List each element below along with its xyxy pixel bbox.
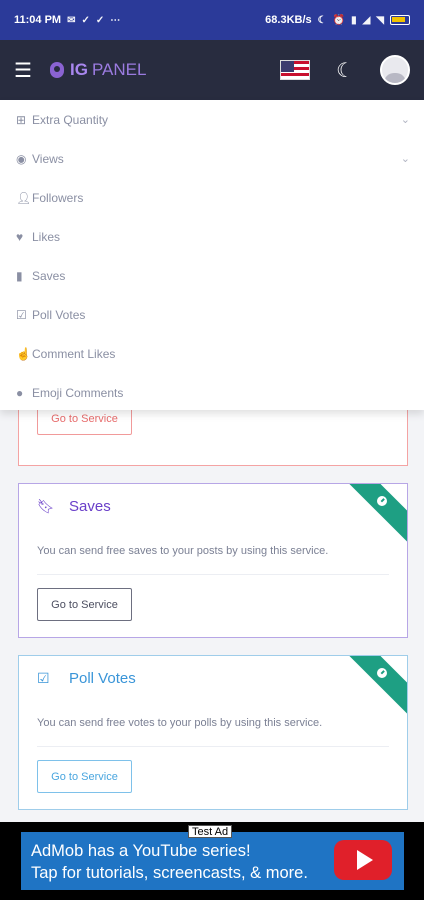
clock-icon — [374, 493, 390, 509]
check-download-icon: ✓ — [95, 14, 105, 26]
avatar-silhouette — [384, 73, 406, 83]
test-ad-label: Test Ad — [188, 825, 233, 838]
menu-item-label: Emoji Comments — [32, 385, 124, 400]
theme-toggle-moon-icon[interactable]: ☾ — [336, 58, 354, 83]
network-speed: 68.3KB/s — [265, 14, 312, 26]
menu-item-poll-votes[interactable]: ☑ Poll Votes — [0, 295, 424, 334]
vibrate-icon: ▮ — [351, 14, 357, 26]
header-actions: ☾ — [280, 55, 410, 85]
alarm-icon: ⏰ — [332, 14, 346, 26]
play-triangle — [357, 850, 373, 870]
moon-icon: ☾ — [317, 14, 327, 26]
flag-canton — [281, 61, 295, 72]
mail-icon: ✉ — [67, 14, 76, 26]
vote-icon: ☑ — [16, 307, 27, 322]
hamburger-icon[interactable]: ☰ — [14, 58, 34, 83]
card-description: You can send free votes to your polls by… — [37, 717, 323, 729]
vote-icon: ☑ — [37, 670, 50, 686]
menu-item-label: Extra Quantity — [32, 112, 109, 127]
signal-icon: ◢ — [362, 14, 371, 26]
menu-item-extra-quantity[interactable]: ⊞ Extra Quantity ⌄ — [0, 100, 424, 139]
menu-item-emoji-comments[interactable]: ● Emoji Comments — [0, 373, 424, 412]
logo-text-bold: IG — [70, 60, 88, 79]
menu-item-label: Followers — [32, 190, 84, 205]
logo[interactable]: IG PANEL — [50, 60, 146, 80]
hand-heart-icon: ☝ — [16, 346, 31, 361]
service-card-poll-votes: ☑ Poll Votes You can send free votes to … — [18, 655, 408, 810]
wifi-icon: ◥ — [376, 14, 384, 26]
menu-item-label: Poll Votes — [32, 307, 86, 322]
services-dropdown-menu: ⊞ Extra Quantity ⌄ ◉ Views ⌄ 👤︎ Follower… — [0, 100, 424, 410]
status-time: 11:04 PM — [14, 14, 62, 26]
free-badge-ribbon — [335, 656, 407, 720]
card-description: You can send free saves to your posts by… — [37, 545, 329, 557]
status-bar: 11:04 PM ✉ ✓ ✓ ⋯ 68.3KB/s ☾ ⏰ ▮ ◢ ◥ — [0, 0, 424, 40]
ad-banner[interactable]: AdMob has a YouTube series! Tap for tuto… — [21, 832, 404, 890]
menu-item-label: Comment Likes — [32, 346, 116, 361]
bookmark-icon: ▮ — [16, 268, 23, 283]
card-title-text: Saves — [69, 498, 111, 515]
youtube-play-icon[interactable] — [334, 840, 392, 880]
go-to-service-button[interactable]: Go to Service — [37, 588, 132, 621]
ad-area: AdMob has a YouTube series! Tap for tuto… — [0, 822, 424, 900]
card-divider — [37, 746, 389, 747]
check-download-icon: ✓ — [81, 14, 90, 26]
more-dots-icon: ⋯ — [110, 14, 121, 26]
us-flag-icon[interactable] — [280, 60, 311, 80]
battery-icon — [390, 15, 410, 25]
menu-item-views[interactable]: ◉ Views ⌄ — [0, 139, 424, 178]
app-header: ☰ IG PANEL ☾ — [0, 40, 424, 100]
logo-mark-icon — [50, 62, 64, 78]
status-right: 68.3KB/s ☾ ⏰ ▮ ◢ ◥ — [265, 14, 410, 26]
user-avatar-icon[interactable] — [380, 55, 410, 85]
bookmark-icon: 🔖︎ — [37, 498, 55, 514]
menu-item-saves[interactable]: ▮ Saves — [0, 256, 424, 295]
menu-item-label: Saves — [32, 268, 66, 283]
logo-text-light: PANEL — [91, 60, 147, 79]
service-card-saves: 🔖︎ Saves You can send free saves to your… — [18, 483, 408, 638]
go-to-service-button[interactable]: Go to Service — [37, 760, 132, 793]
card-title-text: Poll Votes — [69, 670, 136, 687]
card-title: 🔖︎ Saves — [37, 498, 111, 515]
menu-item-label: Views — [32, 151, 64, 166]
chevron-down-icon: ⌄ — [400, 114, 410, 126]
clock-icon — [374, 665, 390, 681]
menu-item-comment-likes[interactable]: ☝ Comment Likes — [0, 334, 424, 373]
chevron-down-icon: ⌄ — [400, 153, 410, 165]
heart-icon: ♥ — [16, 229, 24, 244]
menu-item-likes[interactable]: ♥ Likes — [0, 217, 424, 256]
user-plus-icon: 👤︎ — [16, 190, 32, 205]
menu-item-label: Likes — [32, 229, 61, 244]
comment-icon: ● — [16, 385, 24, 400]
free-badge-ribbon — [335, 484, 407, 548]
plus-square-icon: ⊞ — [16, 112, 27, 127]
card-divider — [37, 574, 389, 575]
eye-icon: ◉ — [16, 151, 27, 166]
card-title: ☑ Poll Votes — [37, 670, 136, 687]
status-left: 11:04 PM ✉ ✓ ✓ ⋯ — [14, 14, 120, 26]
menu-item-followers[interactable]: 👤︎ Followers — [0, 178, 424, 217]
